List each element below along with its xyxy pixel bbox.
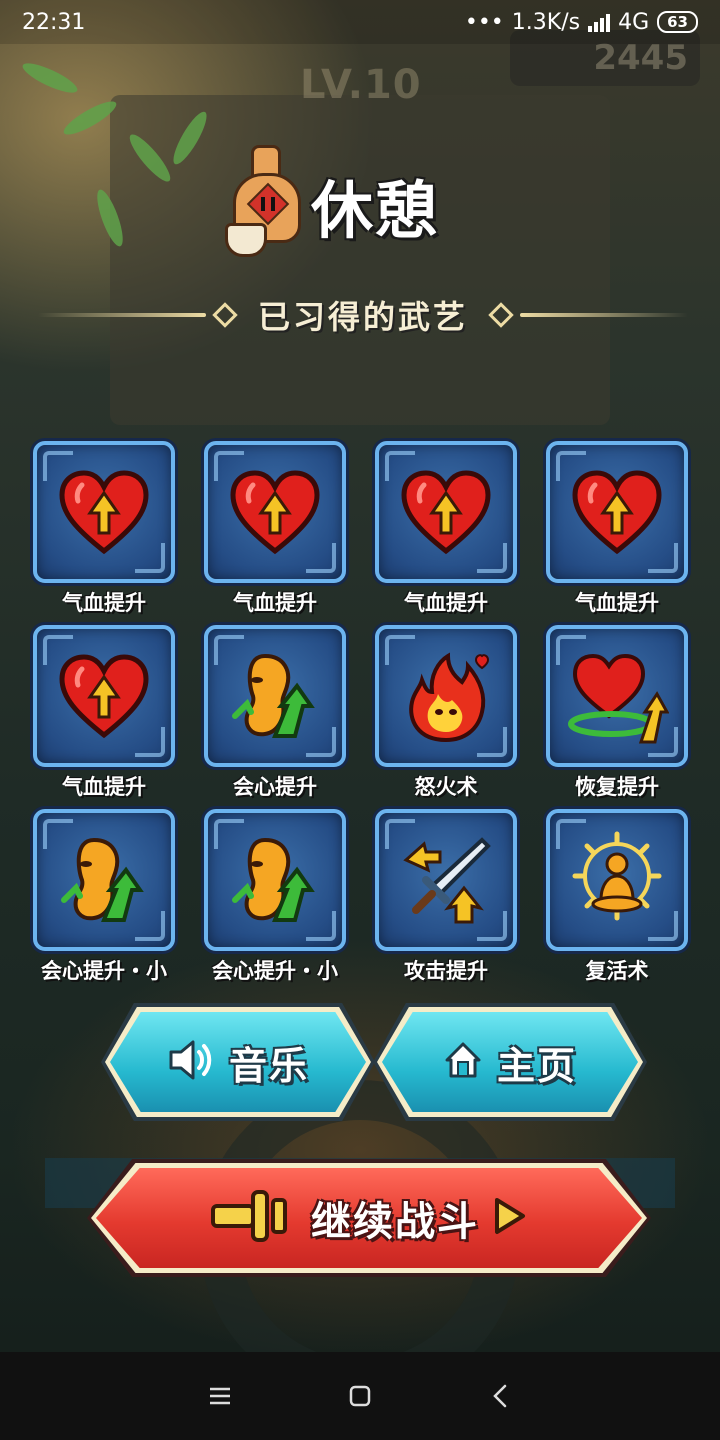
skill-label: 气血提升	[62, 591, 146, 615]
section-title: 已习得的武艺	[258, 298, 469, 336]
skill-tile	[204, 441, 346, 583]
sword-up-icon	[396, 830, 496, 930]
menu-icon[interactable]	[200, 1376, 240, 1416]
skill-card[interactable]: 复活术	[546, 809, 688, 987]
recovery-up-icon	[565, 646, 669, 746]
skill-tile	[375, 441, 517, 583]
skill-card[interactable]: 会心提升	[204, 625, 346, 803]
skill-tile	[375, 625, 517, 767]
skill-card[interactable]: 气血提升	[546, 441, 688, 619]
back-icon[interactable]	[480, 1376, 520, 1416]
page-title: 休憩	[311, 174, 440, 247]
battery-icon: 63	[657, 11, 698, 33]
skill-label: 会心提升	[233, 775, 317, 799]
sword-hilt-icon	[211, 1188, 297, 1248]
status-net-speed: 1.3K/s	[511, 9, 581, 35]
critical-up-icon	[54, 830, 154, 930]
status-dots: •••	[464, 9, 504, 35]
skill-tile	[33, 441, 175, 583]
skill-card[interactable]: 气血提升	[33, 441, 175, 619]
heart-up-icon	[227, 467, 323, 557]
rest-title: 休憩	[225, 145, 485, 265]
skill-tile	[204, 809, 346, 951]
skill-card[interactable]: 气血提升	[33, 625, 175, 803]
continue-battle-label: 继续战斗	[311, 1199, 479, 1245]
skill-label: 复活术	[585, 959, 649, 983]
status-time: 22:31	[22, 9, 86, 35]
skill-card[interactable]: 会心提升・小	[33, 809, 175, 987]
skill-label: 会心提升・小	[41, 959, 167, 983]
divider-right	[520, 313, 689, 317]
skill-tile	[546, 441, 688, 583]
home-button-label: 主页	[496, 1043, 577, 1088]
heart-up-icon	[569, 467, 665, 557]
music-button-label: 音乐	[228, 1043, 309, 1088]
continue-battle-button[interactable]: 继续战斗	[87, 1159, 651, 1277]
skill-label: 恢复提升	[575, 775, 659, 799]
skill-tile	[33, 625, 175, 767]
background-level-text: LV.10	[300, 62, 422, 108]
heart-up-icon	[56, 651, 152, 741]
skill-card[interactable]: 气血提升	[375, 441, 517, 619]
home-button[interactable]: 主页	[373, 1003, 647, 1121]
rage-fire-icon	[396, 646, 496, 746]
leaf-decoration	[19, 58, 81, 98]
home-icon	[443, 1040, 483, 1084]
play-arrow-icon	[493, 1196, 527, 1240]
skill-label: 怒火术	[414, 775, 478, 799]
battery-level: 63	[667, 13, 688, 31]
skill-tile	[204, 625, 346, 767]
divider-left	[38, 313, 206, 317]
status-bar: 22:31 ••• 1.3K/s 4G 63	[0, 0, 720, 44]
system-nav-bar	[0, 1352, 720, 1440]
diamond-ornament-icon	[212, 302, 238, 328]
section-header: 已习得的武艺	[38, 290, 689, 340]
skill-label: 会心提升・小	[212, 959, 338, 983]
heart-up-icon	[398, 467, 494, 557]
revive-icon	[565, 828, 669, 932]
skill-tile	[375, 809, 517, 951]
skill-card[interactable]: 怒火术	[375, 625, 517, 803]
skill-card[interactable]: 会心提升・小	[204, 809, 346, 987]
skill-label: 气血提升	[404, 591, 488, 615]
skill-label: 气血提升	[233, 591, 317, 615]
skill-card[interactable]: 攻击提升	[375, 809, 517, 987]
skill-card[interactable]: 气血提升	[204, 441, 346, 619]
signal-icon	[588, 12, 611, 32]
skill-label: 气血提升	[62, 775, 146, 799]
skill-tile	[33, 809, 175, 951]
skill-label: 攻击提升	[404, 959, 488, 983]
skill-tile	[546, 809, 688, 951]
critical-up-icon	[225, 830, 325, 930]
wine-jar-icon	[225, 145, 305, 265]
skill-tile	[546, 625, 688, 767]
status-network: 4G	[618, 9, 650, 35]
skill-label: 气血提升	[575, 591, 659, 615]
music-button[interactable]: 音乐	[101, 1003, 375, 1121]
home-square-icon[interactable]	[340, 1376, 380, 1416]
speaker-icon	[167, 1038, 215, 1086]
critical-up-icon	[225, 646, 325, 746]
diamond-ornament-icon	[488, 302, 514, 328]
heart-up-icon	[56, 467, 152, 557]
skill-card[interactable]: 恢复提升	[546, 625, 688, 803]
